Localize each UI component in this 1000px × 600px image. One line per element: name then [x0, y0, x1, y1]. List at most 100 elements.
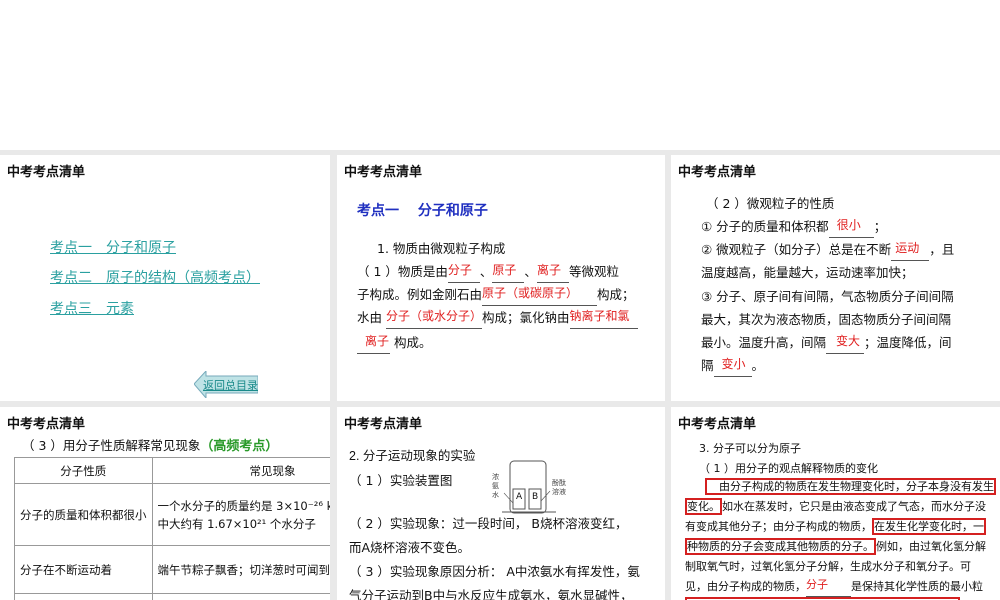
- slide-molecules-atoms: 中考考点清单 考点一 分子和原子 1. 物质由微观粒子构成 （ 1 ）物质是由分…: [337, 155, 665, 401]
- text: 隔: [701, 358, 714, 373]
- subheading: （ 2 ）微观粒子的性质: [706, 196, 835, 211]
- text-line: 有变成其他分子；由分子构成的物质， 在发生化学变化时，一: [685, 517, 997, 537]
- panel-title: 中考考点清单: [7, 417, 86, 432]
- text: 有变成其他分子；由分子构成的物质，: [685, 520, 872, 533]
- slide-molecules-split-atoms: 中考考点清单 3. 分子可以分为原子 （ 1 ）用分子的观点解释物质的变化 由分…: [671, 407, 1000, 600]
- slide-toc: 中考考点清单 考点一 分子和原子 考点二 原子的结构（高频考点） 考点三 元素 …: [0, 155, 330, 401]
- table-row: [14, 593, 330, 600]
- text: 水由: [357, 310, 383, 325]
- text: 、: [524, 264, 537, 279]
- answer: 钠离子和氯: [569, 309, 630, 323]
- text-line: 离子 构成。: [357, 331, 432, 354]
- panel-title: 中考考点清单: [344, 165, 423, 180]
- link-kaodian-2[interactable]: 考点二 原子的结构（高频考点）: [50, 267, 260, 287]
- answer-blank: 运动: [891, 241, 930, 261]
- text-line: ① 分子的质量和体积都 很小 ；: [701, 215, 886, 238]
- text-line: （ 1 ）实验装置图: [349, 473, 453, 488]
- ammonia-label: 浓氨水: [492, 473, 499, 499]
- text-line: 隔变小。: [701, 354, 764, 377]
- answer: 运动: [895, 241, 920, 255]
- text-line: 最小。温度升高，间隔 变大 ；温度降低，间: [701, 331, 952, 354]
- beaker-a-label: A: [516, 492, 523, 502]
- highlighted-text: 种物质的分子会变成其他物质的分子。: [685, 538, 876, 555]
- table-cell: [151, 593, 330, 600]
- column-header: 常见现象: [151, 457, 330, 484]
- text-line: 见，由分子构成的物质， 分子 是保持其化学性质的最小粒: [685, 577, 997, 597]
- text-line: （ 2 ）实验现象：过一段时间， B烧杯溶液变红，: [349, 516, 628, 531]
- text: 子构成。例如金刚石由: [357, 287, 483, 302]
- text: ；: [873, 219, 887, 234]
- back-label: 返回总目录: [203, 379, 258, 392]
- paragraph: 由分子构成的物质在发生物理变化时，分子本身没有发生 变化。 如水在蒸发时，它只是由…: [685, 477, 997, 600]
- subheading: 1. 物质由微观粒子构成: [377, 241, 506, 256]
- panel-title: 中考考点清单: [678, 417, 757, 432]
- high-frequency-tag: （高频考点）: [200, 439, 279, 454]
- highlighted-text: 在发生化学变化时，一: [872, 518, 986, 535]
- answer-blank: 钠离子和氯: [569, 309, 638, 329]
- subheading: 3. 分子可以分为原子: [699, 442, 801, 455]
- text: （ 3 ）用分子性质解释常见现象: [22, 438, 201, 453]
- panel-title: 中考考点清单: [7, 165, 86, 180]
- text: 构成；氯化钠由: [482, 310, 570, 325]
- text: ① 分子的质量和体积都: [701, 219, 829, 234]
- answer-blank: 原子（或碳原子）: [482, 286, 598, 306]
- text-line: ② 微观粒子（如分子）总是在不断 运动 ，且: [701, 238, 954, 261]
- beaker-b-label: B: [532, 492, 539, 502]
- answer: 分子（或水分子）: [386, 309, 483, 323]
- subheading: 2. 分子运动现象的实验: [349, 449, 476, 463]
- answer-blank: 分子（或水分子）: [386, 309, 482, 329]
- text-line: 最大，其次为液态物质，固态物质分子间间隔: [701, 312, 952, 327]
- text: ② 微观粒子（如分子）总是在不断: [701, 242, 892, 257]
- table-row: 分子的质量和体积都很小一个水分子的质量约是 3×10⁻²⁶ kg；一滴水中大约有…: [14, 483, 330, 546]
- text: 是保持其化学性质的最小粒: [851, 580, 983, 593]
- text-line: 温度越高，能量越大，运动速率加快；: [701, 265, 914, 280]
- section-heading: 考点一 分子和原子: [357, 203, 488, 219]
- text: ；温度降低，间: [864, 335, 952, 350]
- phenolphthalein-label: 酚酞溶液: [552, 479, 566, 496]
- answer: 离子: [365, 334, 390, 348]
- table-cell: [14, 593, 153, 600]
- answer: 分子: [447, 263, 472, 277]
- text: ，且: [929, 242, 955, 257]
- back-to-toc-button[interactable]: 返回总目录: [194, 371, 258, 398]
- text-line: （ 1 ）物质是由 分子、原子、离子 等微观粒: [357, 260, 619, 283]
- text-line: 由分子构成的物质在发生物理变化时，分子本身没有发生: [685, 477, 997, 497]
- text-line: ③ 分子、原子间有间隔，气态物质分子间间隔: [701, 289, 954, 304]
- highlighted-text: 由分子构成的物质在发生物理变化时，分子本身没有发生: [705, 478, 996, 495]
- text-line: 变化。 如水在蒸发时，它只是由液态变成了气态，而水分子没: [685, 497, 997, 517]
- text: 见，由分子构成的物质，: [685, 580, 806, 593]
- panel-title: 中考考点清单: [678, 165, 757, 180]
- answer-blank: 原子: [492, 263, 525, 283]
- text: 构成；: [597, 287, 635, 302]
- text: 如水在蒸发时，它只是由液态变成了气态，而水分子没: [722, 500, 986, 513]
- experiment-apparatus-diagram: A B 浓氨水 酚酞溶液: [492, 459, 572, 515]
- slide-molecular-motion-experiment: 中考考点清单 2. 分子运动现象的实验 （ 1 ）实验装置图 A B 浓氨水 酚…: [337, 407, 665, 600]
- slide-particle-properties: 中考考点清单 （ 2 ）微观粒子的性质 ① 分子的质量和体积都 很小 ； ② 微观粒…: [671, 155, 1000, 401]
- text: 例如，由过氧化氢分解: [876, 540, 986, 553]
- answer: 原子: [492, 263, 517, 277]
- text-line: 子构成。例如金刚石由 原子（或碳原子） 构成；: [357, 283, 635, 306]
- text-line: 制取氧气时，过氧化氢分子分解，生成水分子和氧分子。可: [685, 560, 971, 573]
- column-header: 分子性质: [14, 457, 153, 484]
- answer-blank: 分子: [806, 578, 851, 597]
- link-kaodian-1[interactable]: 考点一 分子和原子: [50, 237, 176, 257]
- answer: 变大: [836, 334, 861, 348]
- link-kaodian-3[interactable]: 考点三 元素: [50, 298, 134, 318]
- text-line: （ 3 ）实验现象原因分析： A中浓氨水有挥发性，氨: [349, 564, 640, 579]
- table-cell: 分子的质量和体积都很小: [14, 483, 153, 546]
- answer: 很小: [836, 218, 861, 232]
- text: 。: [751, 358, 765, 373]
- text-line: 气分子运动到B中与水反应生成氨水，氨水显碱性，: [349, 588, 633, 600]
- answer-blank: 变大: [826, 334, 865, 354]
- subheading: （ 3 ）用分子性质解释常见现象（高频考点）: [22, 435, 278, 454]
- text: 、: [479, 264, 493, 279]
- text: 等微观粒: [568, 264, 619, 279]
- answer: 离子: [536, 263, 561, 277]
- table-cell: 端午节粽子飘香；切洋葱时可闻到刺激性气味: [151, 545, 330, 594]
- answer-blank: 很小: [828, 218, 874, 238]
- slide-phenomena-table: 中考考点清单 （ 3 ）用分子性质解释常见现象（高频考点） 分子性质 常见现象 分…: [0, 407, 330, 600]
- subheading: （ 1 ）用分子的观点解释物质的变化: [699, 462, 878, 475]
- table-header-row: 分子性质 常见现象: [14, 457, 330, 484]
- top-blank-area: [0, 0, 1000, 150]
- text-line: 水由 分子（或水分子） 构成；氯化钠由 钠离子和氯: [357, 306, 638, 329]
